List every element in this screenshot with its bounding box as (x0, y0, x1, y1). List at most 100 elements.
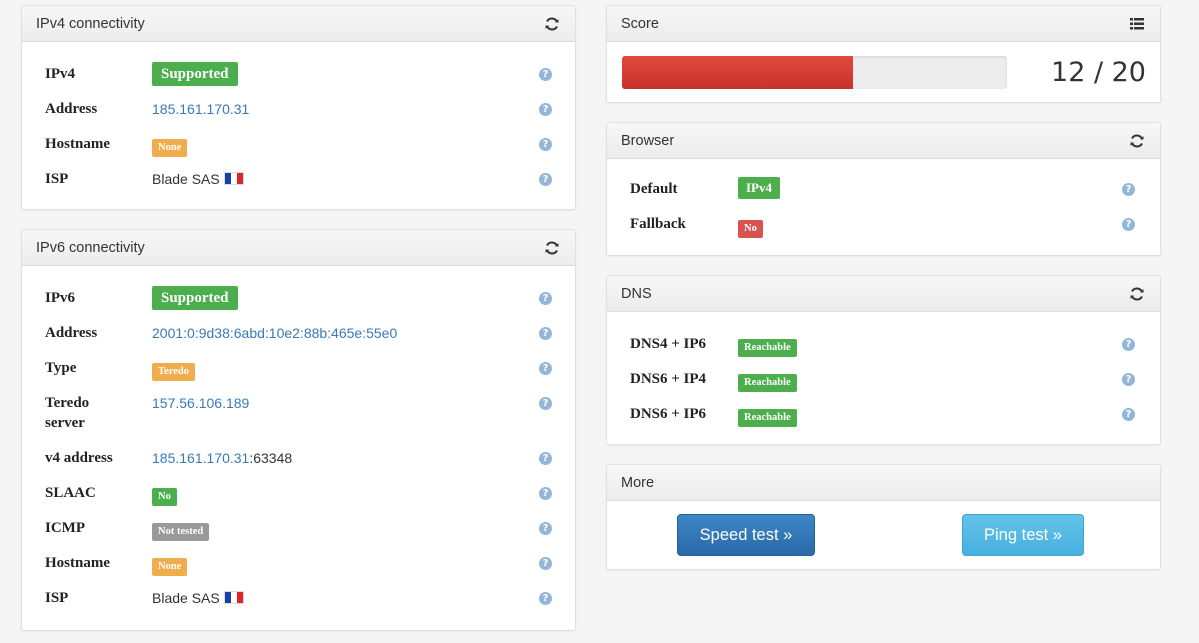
ipv4-panel-title: IPv4 connectivity (36, 15, 145, 32)
help-icon[interactable]: ? (1122, 373, 1135, 386)
help-icon[interactable]: ? (539, 522, 552, 535)
ipv4-address-link[interactable]: 185.161.170.31 (152, 99, 249, 119)
score-panel-heading: Score (607, 6, 1160, 42)
reachable-badge: Reachable (738, 339, 797, 357)
icmp-value: Not tested (152, 519, 210, 541)
score-panel-title: Score (621, 15, 659, 32)
reachable-badge: Reachable (738, 409, 797, 427)
ipv6-type-value: Teredo (152, 359, 195, 381)
isp-name: Blade SAS (152, 171, 220, 187)
refresh-icon[interactable] (1128, 285, 1146, 303)
refresh-icon[interactable] (1128, 132, 1146, 150)
help-icon[interactable]: ? (539, 173, 552, 186)
browser-default-value: IPv4 (738, 177, 780, 199)
help-icon[interactable]: ? (539, 362, 552, 375)
ipv4-panel-heading: IPv4 connectivity (22, 6, 575, 42)
score-progress-fill (622, 56, 853, 89)
hostname-none-badge: None (152, 139, 188, 157)
speed-test-button[interactable]: Speed test » (677, 514, 815, 556)
ipv6-supported-badge: Supported (152, 286, 238, 310)
help-icon[interactable]: ? (1122, 408, 1135, 421)
ipv4-status: Supported (152, 62, 238, 86)
browser-panel-heading: Browser (607, 123, 1160, 159)
reachable-badge: Reachable (738, 374, 797, 392)
help-icon[interactable]: ? (539, 103, 552, 116)
help-icon[interactable]: ? (539, 327, 552, 340)
icmp-label: ICMP (45, 520, 85, 536)
dns6-ip6-label: DNS6 + IP6 (630, 406, 707, 422)
teredo-badge: Teredo (152, 363, 195, 381)
v4-address-label: v4 address (45, 450, 113, 466)
ipv6-type-label: Type (45, 360, 77, 376)
ipv6-isp-value: Blade SAS (152, 588, 244, 608)
dns-panel-title: DNS (621, 285, 652, 302)
ipv4-label: IPv4 (45, 66, 75, 82)
browser-fallback-value: No (738, 216, 763, 238)
ipv6-address-link[interactable]: 2001:0:9d38:6abd:10e2:88b:465e:55e0 (152, 323, 397, 343)
browser-fallback-label: Fallback (630, 216, 686, 232)
ipv6-panel: IPv6 connectivity IPv6 Supported ? Addre… (21, 229, 576, 631)
dns6-ip4-label: DNS6 + IP4 (630, 371, 707, 387)
ipv6-address-label: Address (45, 325, 98, 341)
help-icon[interactable]: ? (1122, 338, 1135, 351)
ipv6-label: IPv6 (45, 290, 75, 306)
icmp-not-tested-badge: Not tested (152, 523, 210, 541)
slaac-no-badge: No (152, 488, 177, 506)
help-icon[interactable]: ? (539, 452, 552, 465)
help-icon[interactable]: ? (1122, 218, 1135, 231)
more-panel: More Speed test » Ping test » (606, 464, 1161, 570)
ipv6-isp-label: ISP (45, 590, 69, 606)
ipv6-hostname-value: None (152, 554, 188, 576)
ipv6-panel-heading: IPv6 connectivity (22, 230, 575, 266)
browser-panel: Browser Default IPv4 ? Fallback No ? (606, 122, 1161, 256)
ipv6-panel-title: IPv6 connectivity (36, 239, 145, 256)
ipv6-status: Supported (152, 286, 238, 310)
isp-name: Blade SAS (152, 590, 220, 606)
ipv4-isp-label: ISP (45, 171, 69, 187)
fallback-no-badge: No (738, 220, 763, 238)
list-icon[interactable] (1128, 15, 1146, 33)
dns-panel-heading: DNS (607, 276, 1160, 312)
browser-panel-title: Browser (621, 132, 675, 149)
help-icon[interactable]: ? (539, 397, 552, 410)
help-icon[interactable]: ? (539, 68, 552, 81)
score-progress-track (622, 56, 1007, 89)
hostname-none-badge: None (152, 558, 188, 576)
more-panel-heading: More (607, 465, 1160, 501)
score-value: 12 / 20 (1051, 57, 1146, 88)
refresh-icon[interactable] (543, 239, 561, 257)
france-flag-icon (223, 591, 244, 604)
dns6-ip6-value: Reachable (738, 405, 797, 427)
help-icon[interactable]: ? (539, 592, 552, 605)
default-ipv4-badge: IPv4 (738, 177, 780, 199)
dns-panel: DNS DNS4 + IP6 Reachable ? DNS6 + IP4 Re… (606, 275, 1161, 445)
ping-test-button[interactable]: Ping test » (962, 514, 1084, 556)
dns4-ip6-label: DNS4 + IP6 (630, 336, 707, 352)
ipv4-hostname-label: Hostname (45, 136, 110, 152)
help-icon[interactable]: ? (1122, 183, 1135, 196)
browser-default-label: Default (630, 181, 678, 197)
slaac-label: SLAAC (45, 485, 96, 501)
help-icon[interactable]: ? (539, 138, 552, 151)
ipv6-hostname-label: Hostname (45, 555, 110, 571)
teredo-server-label-line2: server (45, 415, 85, 431)
dns6-ip4-value: Reachable (738, 370, 797, 392)
more-panel-title: More (621, 474, 655, 491)
ipv4-panel: IPv4 connectivity IPv4 Supported ? Addre… (21, 5, 576, 210)
refresh-icon[interactable] (543, 15, 561, 33)
help-icon[interactable]: ? (539, 487, 552, 500)
ipv4-address-label: Address (45, 101, 98, 117)
teredo-server-link[interactable]: 157.56.106.189 (152, 393, 249, 413)
ipv4-supported-badge: Supported (152, 62, 238, 86)
v4-address-value: 185.161.170.31:63348 (152, 448, 292, 468)
help-icon[interactable]: ? (539, 292, 552, 305)
v4-address-link[interactable]: 185.161.170.31 (152, 450, 249, 466)
score-panel: Score 12 / 20 (606, 5, 1161, 103)
ipv4-isp-value: Blade SAS (152, 169, 244, 189)
france-flag-icon (223, 172, 244, 185)
teredo-server-label-line1: Teredo (45, 395, 90, 411)
help-icon[interactable]: ? (539, 557, 552, 570)
dns4-ip6-value: Reachable (738, 335, 797, 357)
ipv4-hostname-value: None (152, 135, 188, 157)
slaac-value: No (152, 484, 177, 506)
